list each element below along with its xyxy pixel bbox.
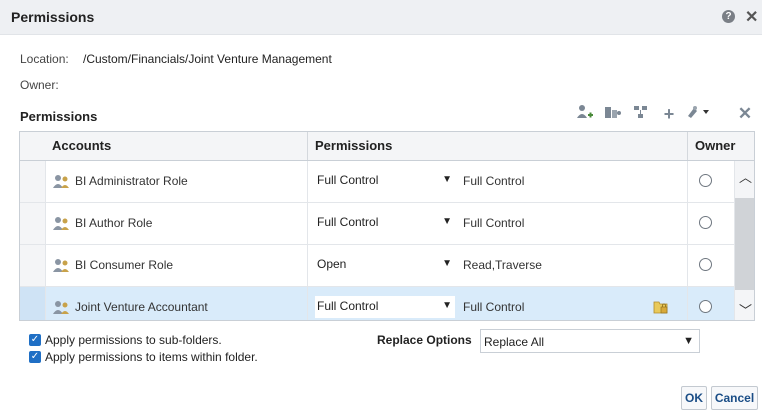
owner-label: Owner:: [20, 78, 59, 92]
replace-options-select[interactable]: Replace All ▼: [480, 329, 700, 353]
table-row[interactable]: Joint Venture Accountant Full Control ▼ …: [20, 287, 734, 320]
role-icon: [53, 301, 69, 314]
owner-radio[interactable]: [699, 174, 712, 187]
add-user-icon[interactable]: [574, 104, 596, 124]
permission-select-value: Open: [317, 257, 347, 271]
permission-select-value: Full Control: [317, 299, 379, 313]
permissions-toolbar: + ✕: [570, 104, 760, 126]
permission-select-value: Full Control: [317, 173, 379, 187]
permissions-section-title: Permissions: [20, 109, 98, 124]
permission-select-value: Full Control: [317, 215, 379, 229]
dropdown-arrow-icon: ▼: [683, 335, 694, 347]
dialog-title: Permissions: [11, 9, 95, 25]
column-divider: [307, 161, 308, 202]
column-divider: [307, 203, 308, 244]
close-icon[interactable]: ✕: [745, 7, 758, 27]
permission-select[interactable]: Open ▼: [315, 254, 455, 276]
column-divider: [687, 203, 688, 244]
apply-subfolders-checkbox[interactable]: ✓: [29, 334, 41, 346]
row-gutter: [20, 161, 46, 202]
add-group-icon[interactable]: [602, 104, 624, 124]
dialog-titlebar: Permissions ? ✕: [0, 0, 762, 35]
owner-radio[interactable]: [699, 258, 712, 271]
help-icon[interactable]: ?: [722, 10, 735, 23]
account-name: Joint Venture Accountant: [75, 300, 208, 314]
permission-description: Read,Traverse: [463, 258, 542, 272]
column-divider: [687, 245, 688, 286]
permission-description: Full Control: [463, 174, 525, 188]
scroll-up-icon[interactable]: ︿: [739, 167, 752, 186]
replace-options-label: Replace Options: [377, 333, 472, 347]
column-divider: [307, 245, 308, 286]
dropdown-arrow-icon: ▼: [442, 216, 452, 227]
column-header-owner[interactable]: Owner: [695, 132, 735, 160]
locked-folder-icon: [653, 301, 668, 314]
account-name: BI Author Role: [75, 216, 153, 230]
column-divider: [687, 287, 688, 320]
role-icon: [53, 259, 69, 272]
permission-select[interactable]: Full Control ▼: [315, 212, 455, 234]
row-gutter: [20, 203, 46, 244]
location-label: Location:: [20, 52, 69, 66]
row-gutter: [20, 287, 46, 320]
permission-description: Full Control: [463, 216, 525, 230]
table-row[interactable]: BI Administrator Role Full Control ▼ Ful…: [20, 161, 734, 203]
account-name: BI Consumer Role: [75, 258, 174, 272]
header-divider: [687, 132, 688, 160]
permission-description: Full Control: [463, 300, 525, 314]
permission-select[interactable]: Full Control ▼: [315, 170, 455, 192]
apply-items-label: Apply permissions to items within folder…: [45, 350, 258, 364]
table-row[interactable]: BI Author Role Full Control ▼ Full Contr…: [20, 203, 734, 245]
location-value: /Custom/Financials/Joint Venture Managem…: [83, 52, 332, 66]
column-header-accounts[interactable]: Accounts: [52, 132, 111, 160]
hierarchy-icon[interactable]: [630, 104, 652, 124]
table-row[interactable]: BI Consumer Role Open ▼ Read,Traverse: [20, 245, 734, 287]
dropdown-arrow-icon: ▼: [442, 300, 452, 311]
replace-options-value: Replace All: [484, 335, 545, 349]
column-header-permissions[interactable]: Permissions: [315, 132, 392, 160]
delete-icon[interactable]: ✕: [734, 104, 756, 124]
header-divider: [307, 132, 308, 160]
ok-button[interactable]: OK: [681, 386, 707, 410]
owner-radio[interactable]: [699, 300, 712, 313]
column-divider: [687, 161, 688, 202]
owner-radio[interactable]: [699, 216, 712, 229]
tool-dropdown-icon[interactable]: [684, 104, 714, 124]
apply-items-checkbox[interactable]: ✓: [29, 351, 41, 363]
role-icon: [53, 175, 69, 188]
role-icon: [53, 217, 69, 230]
permissions-grid: Accounts Permissions Owner BI Administra…: [19, 131, 755, 321]
dropdown-arrow-icon: ▼: [442, 174, 452, 185]
scrollbar-thumb[interactable]: [735, 198, 754, 290]
account-name: BI Administrator Role: [75, 174, 188, 188]
vertical-scrollbar[interactable]: ︿ ﹀: [734, 161, 754, 320]
permission-select[interactable]: Full Control ▼: [315, 296, 455, 318]
scroll-down-icon[interactable]: ﹀: [739, 300, 752, 319]
row-gutter: [20, 245, 46, 286]
cancel-button[interactable]: Cancel: [711, 386, 758, 410]
apply-subfolders-label: Apply permissions to sub-folders.: [45, 333, 222, 347]
column-divider: [307, 287, 308, 320]
dropdown-arrow-icon: ▼: [442, 258, 452, 269]
add-icon[interactable]: +: [658, 104, 680, 124]
grid-header: Accounts Permissions Owner: [20, 132, 754, 161]
